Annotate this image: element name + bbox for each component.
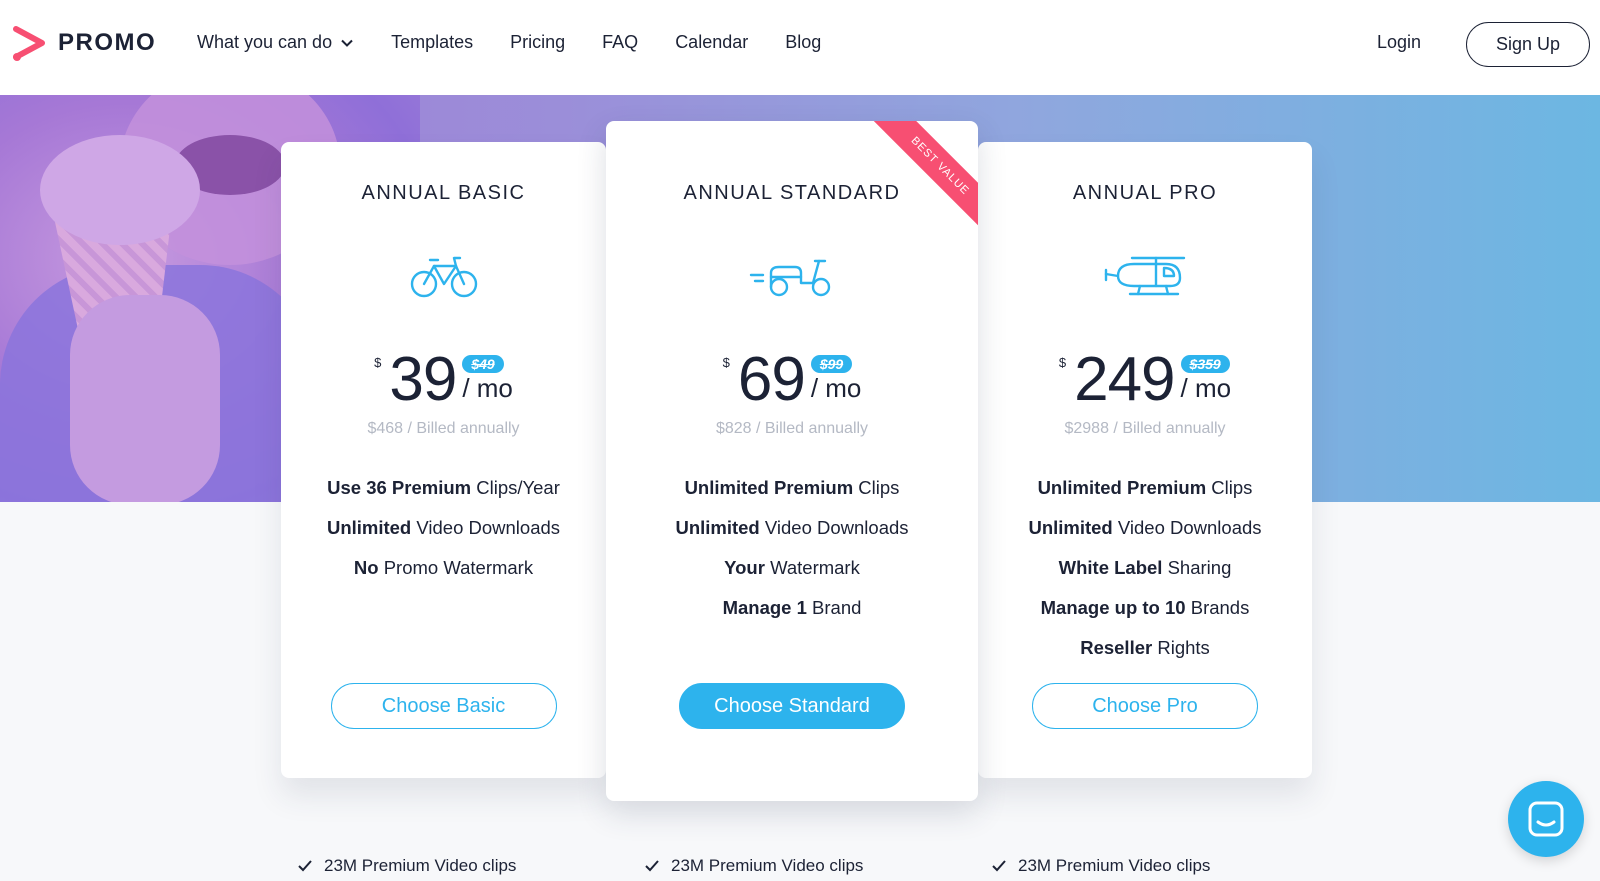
feature-item: Reseller Rights: [1080, 637, 1210, 658]
nav-links: What you can do Templates Pricing FAQ Ca…: [197, 32, 858, 53]
currency: $: [1058, 355, 1067, 370]
bottom-feature-label: 23M Premium Video clips: [1018, 856, 1211, 875]
billed-annually: $2988 / Billed annually: [1064, 420, 1226, 437]
price-amount: 69: [737, 345, 806, 414]
feature-item: No Promo Watermark: [353, 557, 534, 578]
check-icon: [645, 860, 659, 872]
price-amount: 39: [389, 345, 457, 414]
plan-title: ANNUAL STANDARD: [683, 182, 901, 204]
per-month: / mo: [462, 373, 513, 403]
bottom-feature-standard: 23M Premium Video clips: [645, 856, 863, 876]
best-value-ribbon: BEST VALUE: [865, 121, 978, 241]
price-block: $ 39 $49 / mo: [281, 349, 606, 411]
nav-calendar[interactable]: Calendar: [675, 32, 748, 53]
nav-pricing[interactable]: Pricing: [510, 32, 565, 53]
feature-item: Manage up to 10 Brands: [1040, 597, 1250, 618]
choose-pro-button[interactable]: Choose Pro: [1032, 683, 1258, 729]
plan-title: ANNUAL PRO: [1072, 182, 1218, 204]
price-amount: 249: [1074, 345, 1175, 414]
nav-label: What you can do: [197, 32, 333, 52]
bottom-feature-label: 23M Premium Video clips: [324, 856, 517, 875]
chat-widget-button[interactable]: [1508, 781, 1584, 857]
nav-blog[interactable]: Blog: [785, 32, 821, 53]
feature-item: Your Watermark: [724, 557, 860, 578]
currency: $: [722, 355, 730, 370]
feature-item: Unlimited Video Downloads: [675, 517, 909, 538]
feature-item: Use 36 Premium Clips/Year: [327, 477, 560, 498]
feature-item: Manage 1 Brand: [722, 597, 862, 618]
old-price-badge: $359: [1180, 355, 1230, 373]
login-link[interactable]: Login: [1377, 32, 1421, 53]
bottom-feature-basic: 23M Premium Video clips: [298, 856, 516, 876]
choose-standard-button[interactable]: Choose Standard: [679, 683, 905, 729]
price-block: $ 249 $359 / mo: [978, 349, 1312, 411]
bicycle-icon: [410, 256, 477, 298]
feature-item: White Label Sharing: [1058, 557, 1232, 578]
plan-title: ANNUAL BASIC: [361, 182, 526, 204]
top-nav: PROMO What you can do Templates Pricing …: [0, 0, 1600, 95]
feature-item: Unlimited Video Downloads: [326, 517, 561, 538]
price-block: $ 69 $99 / mo: [606, 349, 978, 411]
bottom-feature-pro: 23M Premium Video clips: [992, 856, 1210, 876]
old-price-badge: $49: [462, 355, 504, 373]
check-icon: [298, 860, 312, 872]
feature-item: Unlimited Premium Clips: [1037, 477, 1253, 498]
choose-basic-button[interactable]: Choose Basic: [330, 683, 557, 729]
logo[interactable]: PROMO: [12, 23, 156, 63]
old-price-badge: $99: [810, 355, 853, 373]
plan-card-pro: ANNUAL PRO $ 249 $359 / mo $2988 / Bille…: [978, 142, 1312, 778]
plan-card-standard: BEST VALUE ANNUAL STANDARD $ 69 $99 / mo…: [606, 121, 978, 801]
logo-text: PROMO: [58, 29, 157, 56]
helicopter-icon: [1104, 256, 1186, 296]
scooter-icon: [749, 259, 831, 297]
feature-item: Unlimited Premium Clips: [684, 477, 900, 498]
billed-annually: $828 / Billed annually: [715, 420, 869, 437]
billed-annually: $468 / Billed annually: [367, 420, 520, 437]
photo-scoop: [40, 135, 200, 245]
bottom-feature-label: 23M Premium Video clips: [671, 856, 864, 875]
chevron-down-icon: [341, 39, 353, 47]
per-month: / mo: [1180, 373, 1232, 403]
promo-logo-icon: [13, 26, 45, 61]
currency: $: [374, 355, 382, 370]
signup-button[interactable]: Sign Up: [1466, 22, 1590, 67]
feature-list: Unlimited Premium Clips Unlimited Video …: [606, 476, 978, 636]
nav-faq[interactable]: FAQ: [602, 32, 638, 53]
feature-list: Use 36 Premium Clips/Year Unlimited Vide…: [281, 476, 606, 596]
nav-what-you-can-do[interactable]: What you can do: [197, 32, 354, 53]
per-month: / mo: [810, 373, 862, 403]
nav-templates[interactable]: Templates: [391, 32, 473, 53]
feature-item: Unlimited Video Downloads: [1028, 517, 1262, 538]
photo-hand: [70, 295, 220, 502]
plan-card-basic: ANNUAL BASIC $ 39 $49 / mo $468 / Billed…: [281, 142, 606, 778]
check-icon: [992, 860, 1006, 872]
chat-icon: [1528, 801, 1564, 837]
feature-list: Unlimited Premium Clips Unlimited Video …: [978, 476, 1312, 676]
